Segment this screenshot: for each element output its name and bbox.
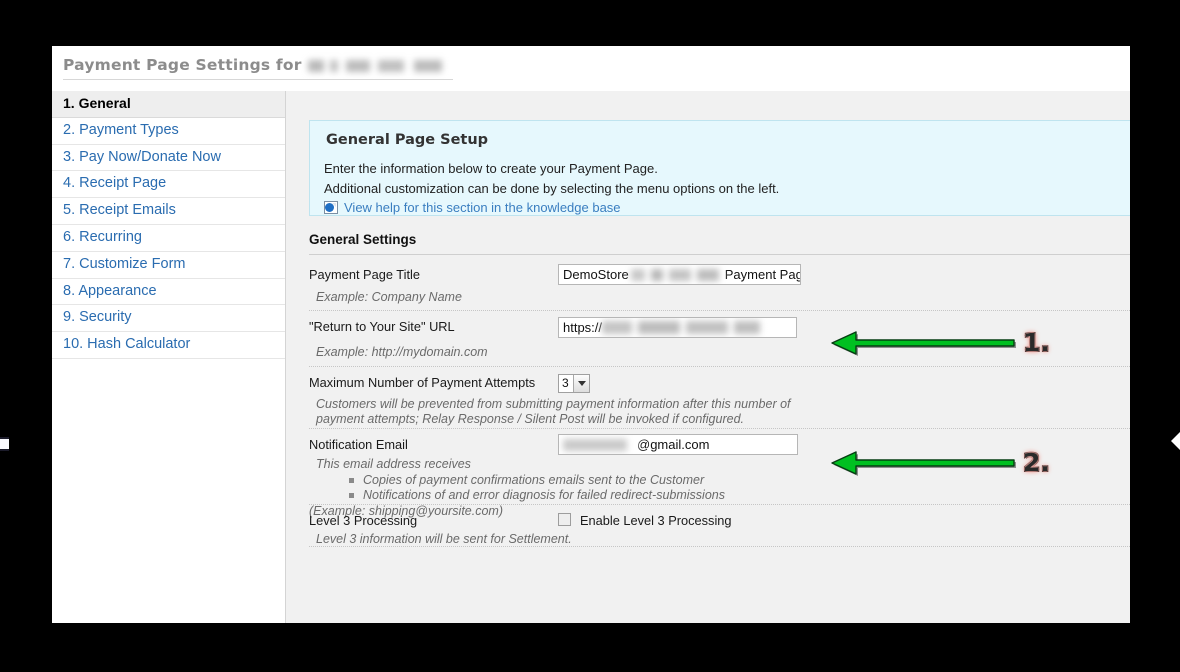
- sidebar-item-pay-now-donate-now[interactable]: 3. Pay Now/Donate Now: [52, 144, 285, 172]
- hint-return-url: Example: http://mydomain.com: [316, 345, 488, 359]
- select-max-payment-attempts[interactable]: 3: [558, 374, 590, 393]
- label-payment-page-title: Payment Page Title: [309, 267, 420, 282]
- input-notification-email[interactable]: @gmail.com: [558, 434, 798, 455]
- merchant-name-redacted: [307, 59, 458, 72]
- sidebar-item-payment-types[interactable]: 2. Payment Types: [52, 117, 285, 145]
- sidebar-item-recurring[interactable]: 6. Recurring: [52, 224, 285, 252]
- sidebar-item-receipt-page[interactable]: 4. Receipt Page: [52, 171, 285, 199]
- sidebar-list: 1. General 2. Payment Types 3. Pay Now/D…: [52, 91, 285, 359]
- page-title: Payment Page Settings for: [63, 56, 458, 74]
- title-divider: [63, 79, 453, 80]
- input-payment-page-title-redacted: [630, 269, 723, 281]
- sidebar-item-appearance[interactable]: 8. Appearance: [52, 278, 285, 306]
- input-return-url-prefix: https://: [563, 320, 603, 335]
- label-return-url: "Return to Your Site" URL: [309, 319, 455, 334]
- input-notification-email-suffix: @gmail.com: [637, 437, 710, 452]
- hint-level-3-processing: Level 3 information will be sent for Set…: [316, 532, 572, 546]
- notification-email-bullet-2: Notifications of and error diagnosis for…: [349, 488, 725, 503]
- row-max-payment-attempts: Maximum Number of Payment Attempts 3 Cus…: [309, 367, 1130, 429]
- notification-email-bullets: Copies of payment confirmations emails s…: [349, 473, 725, 503]
- input-payment-page-title-prefix: DemoStore: [563, 267, 629, 282]
- page-header: Payment Page Settings for: [52, 46, 1130, 91]
- sidebar-item-receipt-emails[interactable]: 5. Receipt Emails: [52, 198, 285, 225]
- select-max-payment-attempts-value: 3: [559, 375, 573, 392]
- input-payment-page-title-suffix: Payment Page: [724, 267, 800, 282]
- hint-max-payment-attempts-line1: Customers will be prevented from submitt…: [316, 397, 791, 411]
- right-edge-marker: [1171, 432, 1180, 450]
- sidebar-item-general[interactable]: 1. General: [52, 91, 285, 118]
- hint-notification-email-intro: This email address receives: [316, 457, 471, 471]
- input-payment-page-title[interactable]: DemoStore Payment Page: [558, 264, 801, 285]
- content-panel: General Page Setup Enter the information…: [286, 91, 1130, 623]
- left-edge-marker: [0, 437, 9, 451]
- callout-line-1: Enter the information below to create yo…: [324, 161, 658, 176]
- label-enable-level-3-processing: Enable Level 3 Processing: [580, 513, 732, 528]
- section-divider: [309, 254, 1130, 255]
- input-notification-email-redacted: [563, 439, 637, 451]
- input-return-url[interactable]: https://: [558, 317, 797, 338]
- row-return-url: "Return to Your Site" URL https:// Examp…: [309, 311, 1130, 367]
- settings-page: Payment Page Settings for 1. General 2. …: [52, 46, 1130, 623]
- label-level-3-processing: Level 3 Processing: [309, 513, 418, 528]
- page-body: 1. General 2. Payment Types 3. Pay Now/D…: [52, 91, 1130, 623]
- callout-title: General Page Setup: [326, 132, 489, 148]
- knowledge-base-link[interactable]: View help for this section in the knowle…: [324, 200, 621, 215]
- sidebar-item-security[interactable]: 9. Security: [52, 305, 285, 333]
- row-level-3-processing: Level 3 Processing Enable Level 3 Proces…: [309, 505, 1130, 547]
- sidebar-nav: 1. General 2. Payment Types 3. Pay Now/D…: [52, 91, 286, 623]
- label-max-payment-attempts: Maximum Number of Payment Attempts: [309, 375, 536, 390]
- knowledge-base-link-label: View help for this section in the knowle…: [344, 200, 621, 215]
- sidebar-item-hash-calculator[interactable]: 10. Hash Calculator: [52, 332, 285, 359]
- row-notification-email: Notification Email @gmail.com This email…: [309, 429, 1130, 518]
- input-return-url-redacted: [602, 321, 763, 334]
- label-notification-email: Notification Email: [309, 437, 408, 452]
- chevron-down-icon: [573, 375, 589, 392]
- notification-email-bullet-1: Copies of payment confirmations emails s…: [349, 473, 725, 488]
- hint-payment-page-title: Example: Company Name: [316, 290, 462, 304]
- screenshot-stage: Payment Page Settings for 1. General 2. …: [0, 0, 1180, 672]
- section-heading-general-settings: General Settings: [309, 232, 417, 247]
- page-title-text: Payment Page Settings for: [63, 56, 302, 74]
- hint-max-payment-attempts-line2: payment attempts; Relay Response / Silen…: [316, 412, 744, 426]
- knowledge-base-icon: [324, 201, 338, 214]
- general-page-setup-callout: General Page Setup Enter the information…: [309, 120, 1130, 216]
- sidebar-item-customize-form[interactable]: 7. Customize Form: [52, 251, 285, 279]
- row-payment-page-title: Payment Page Title DemoStore Payment Page…: [309, 259, 1130, 311]
- callout-line-2: Additional customization can be done by …: [324, 181, 780, 196]
- checkbox-enable-level-3-processing[interactable]: [558, 513, 571, 526]
